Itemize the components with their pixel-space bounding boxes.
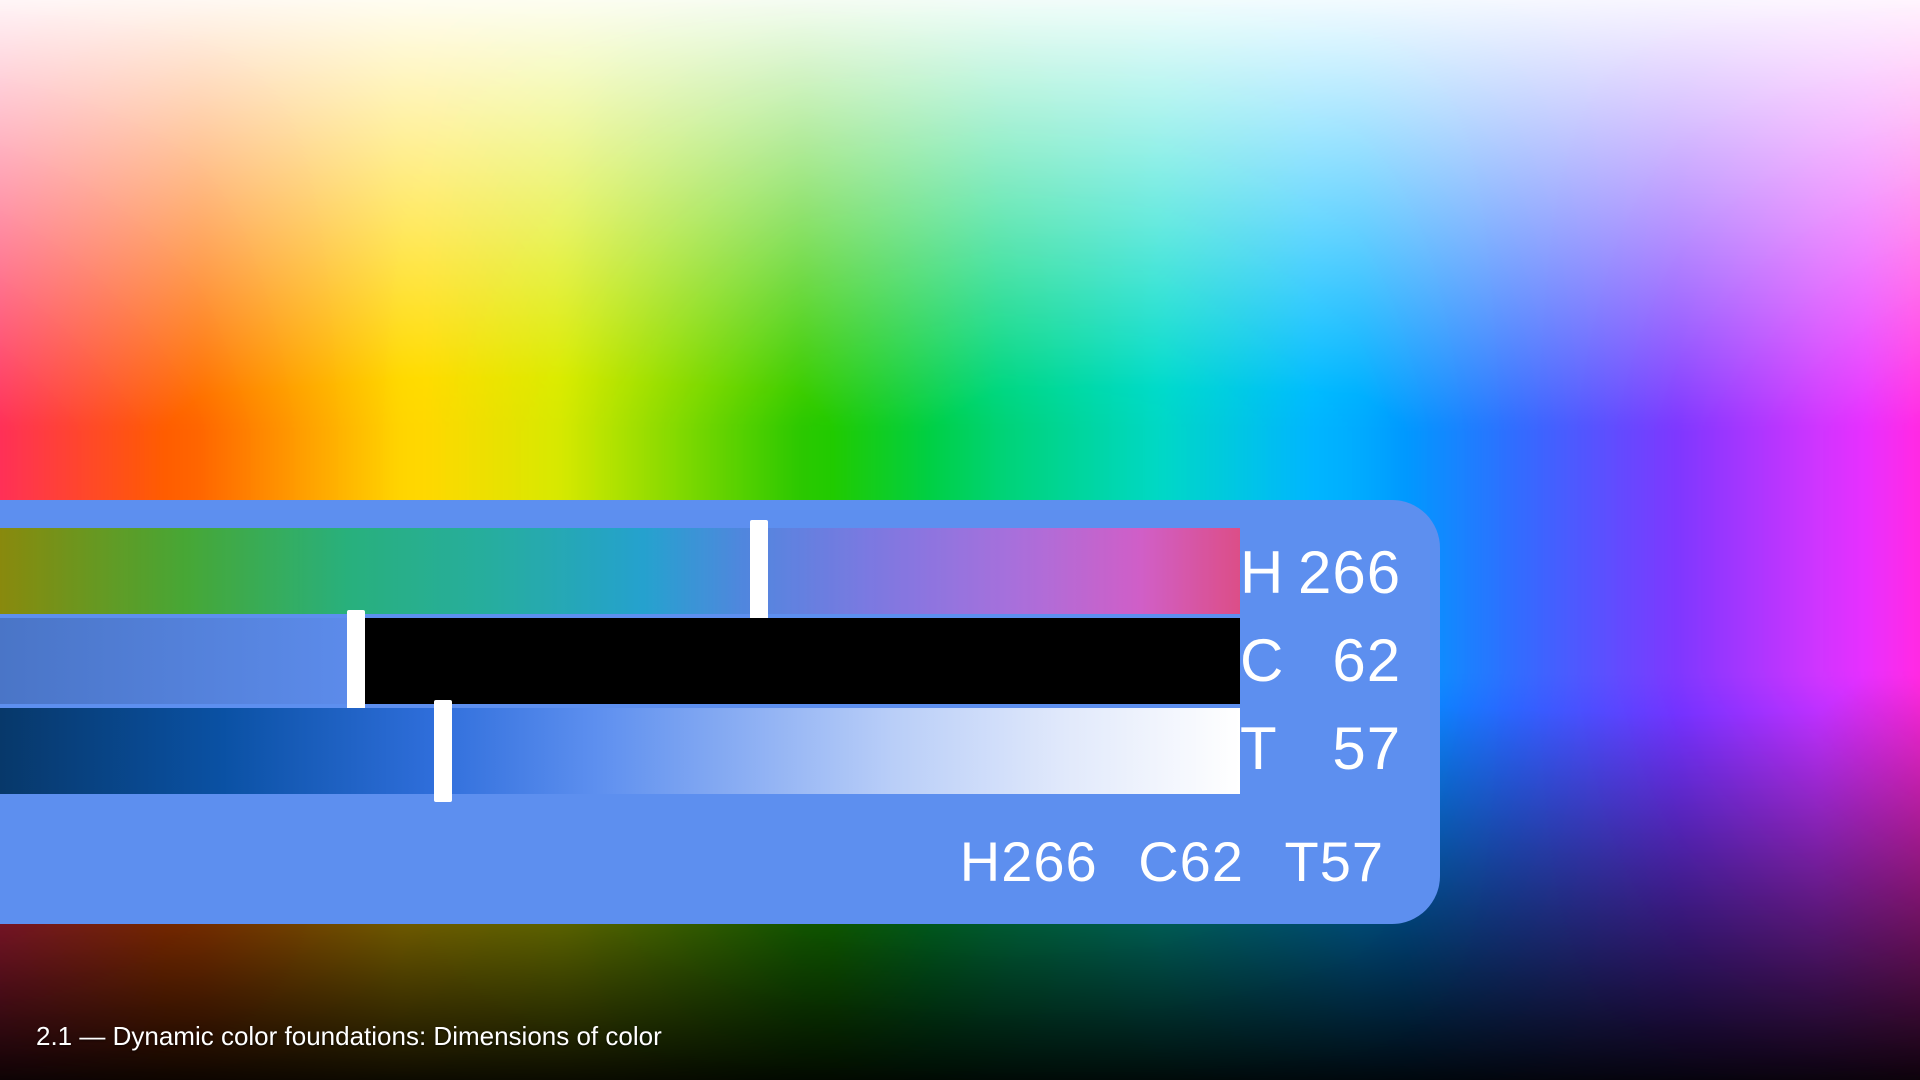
tone-key: T <box>1240 714 1298 783</box>
slide-caption: 2.1 — Dynamic color foundations: Dimensi… <box>36 1021 662 1052</box>
hue-value: 266 <box>1298 538 1401 607</box>
hue-key: H <box>1240 538 1298 607</box>
tone-track <box>0 708 1240 794</box>
hue-slider[interactable] <box>0 528 1240 614</box>
chroma-key: C <box>1240 626 1298 695</box>
hue-track <box>0 528 1240 614</box>
summary-h: H266 <box>960 830 1098 893</box>
hct-panel: H 266 C 62 T 57 H266 C62 T57 <box>0 500 1440 924</box>
tone-value: 57 <box>1298 714 1401 783</box>
chroma-value: 62 <box>1298 626 1401 695</box>
chroma-slider[interactable] <box>0 618 1240 704</box>
chroma-thumb[interactable] <box>347 610 365 712</box>
tone-readout: T 57 <box>1240 704 1401 792</box>
tone-thumb[interactable] <box>434 700 452 802</box>
hue-readout: H 266 <box>1240 528 1401 616</box>
chroma-track <box>0 618 1240 704</box>
chroma-readout: C 62 <box>1240 616 1401 704</box>
summary-t: T57 <box>1285 830 1385 893</box>
hue-thumb[interactable] <box>750 520 768 622</box>
hct-summary: H266 C62 T57 <box>960 829 1384 894</box>
summary-c: C62 <box>1138 830 1244 893</box>
tone-slider[interactable] <box>0 708 1240 794</box>
